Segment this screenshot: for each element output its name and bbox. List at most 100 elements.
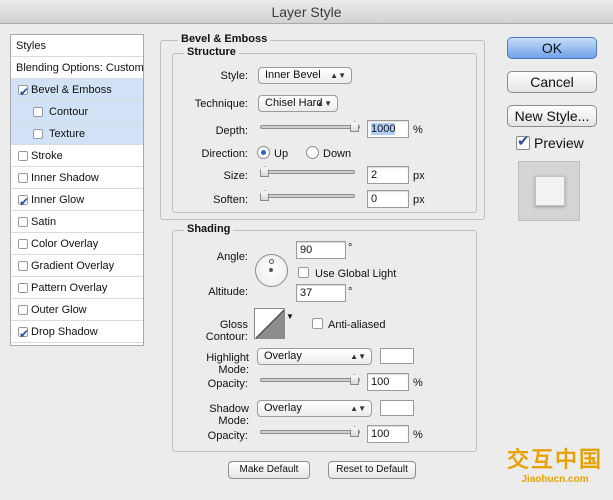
highlight-opacity-label: Opacity:	[207, 378, 248, 390]
anti-aliased-checkbox[interactable]	[312, 318, 323, 329]
style-item-label: Outer Glow	[31, 304, 87, 316]
watermark-bottom: Jiaohucn.com	[521, 474, 589, 485]
highlight-opacity-value: 100	[371, 376, 390, 388]
highlight-color-swatch[interactable]	[380, 348, 414, 364]
stepper-arrows-icon: ▲▼	[350, 404, 366, 413]
depth-value: 1000	[371, 123, 396, 135]
altitude-value: 37	[300, 287, 313, 299]
blending-options-item[interactable]: Blending Options: Custom	[11, 57, 144, 79]
style-item-checkbox[interactable]	[18, 173, 28, 183]
direction-up-radio[interactable]	[257, 146, 270, 159]
reset-to-default-button[interactable]: Reset to Default	[328, 461, 416, 479]
style-item-label: Inner Shadow	[31, 172, 99, 184]
shading-title: Shading	[184, 223, 234, 235]
style-item-inner-glow[interactable]: Inner Glow	[11, 189, 143, 213]
shadow-color-swatch[interactable]	[380, 400, 414, 416]
style-value: Inner Bevel	[265, 69, 321, 81]
style-item-contour[interactable]: Contour	[11, 101, 143, 123]
shadow-opacity-label: Opacity:	[207, 430, 248, 442]
global-light-checkbox[interactable]	[298, 267, 309, 278]
preview-swatch	[535, 176, 565, 206]
style-item-label: Satin	[31, 216, 57, 228]
style-item-checkbox[interactable]	[18, 283, 28, 293]
style-item-label: Bevel & Emboss	[31, 84, 112, 96]
style-item-gradient-overlay[interactable]: Gradient Overlay	[11, 255, 143, 277]
style-item-checkbox[interactable]	[18, 191, 29, 213]
style-item-checkbox[interactable]	[18, 151, 28, 161]
style-item-color-overlay[interactable]: Color Overlay	[11, 233, 143, 255]
angle-dial-marker	[269, 259, 274, 264]
style-item-label: Inner Glow	[31, 194, 85, 206]
style-item-checkbox[interactable]	[18, 217, 28, 227]
highlight-opacity-slider[interactable]	[260, 374, 360, 385]
preview-thumbnail	[518, 161, 580, 221]
styles-header[interactable]: Styles	[11, 35, 143, 57]
angle-unit: °	[348, 242, 353, 254]
bevel-emboss-title: Bevel & Emboss	[178, 33, 271, 45]
make-default-button[interactable]: Make Default	[228, 461, 310, 479]
style-item-satin[interactable]: Satin	[11, 211, 143, 233]
style-item-checkbox[interactable]	[18, 261, 28, 271]
style-item-drop-shadow[interactable]: Drop Shadow	[11, 321, 143, 345]
angle-dial[interactable]	[255, 254, 288, 287]
angle-dial-center	[269, 268, 273, 272]
style-item-checkbox[interactable]	[18, 323, 29, 345]
style-item-inner-shadow[interactable]: Inner Shadow	[11, 167, 143, 189]
style-item-label: Color Overlay	[31, 238, 99, 250]
style-item-label: Contour	[49, 106, 89, 118]
stepper-arrows-icon: ▲▼	[330, 71, 346, 80]
soften-label: Soften:	[213, 194, 248, 206]
style-item-stroke[interactable]: Stroke	[11, 145, 143, 167]
altitude-input[interactable]: 37	[296, 284, 346, 302]
style-item-pattern-overlay[interactable]: Pattern Overlay	[11, 277, 143, 299]
soften-input[interactable]: 0	[367, 190, 409, 208]
style-item-checkbox[interactable]	[18, 239, 28, 249]
style-item-bevel-emboss[interactable]: Bevel & Emboss	[11, 79, 143, 103]
highlight-mode-select[interactable]: Overlay ▲▼	[257, 348, 372, 365]
style-item-checkbox[interactable]	[33, 129, 43, 139]
shadow-mode-select[interactable]: Overlay ▲▼	[257, 400, 372, 417]
shadow-mode-value: Overlay	[264, 402, 302, 414]
style-item-outer-glow[interactable]: Outer Glow	[11, 299, 143, 321]
style-item-checkbox[interactable]	[18, 81, 29, 103]
direction-down-label: Down	[323, 148, 352, 160]
highlight-opacity-input[interactable]: 100	[367, 373, 409, 391]
altitude-unit: °	[348, 286, 353, 298]
preview-checkbox[interactable]	[516, 132, 530, 150]
style-item-label: Pattern Overlay	[31, 282, 108, 294]
style-item-label: Gradient Overlay	[31, 260, 115, 272]
watermark-logo: 交互中国 Jiaohucn.com	[500, 442, 610, 485]
preview-label: Preview	[534, 135, 584, 151]
angle-value: 90	[300, 244, 313, 256]
angle-label: Angle:	[216, 251, 248, 263]
size-unit: px	[413, 170, 425, 182]
technique-select[interactable]: Chisel Hard ▲▼	[258, 95, 338, 112]
depth-input[interactable]: 1000	[367, 120, 409, 138]
shadow-opacity-slider[interactable]	[260, 426, 360, 437]
style-item-checkbox[interactable]	[33, 107, 43, 117]
window-title: Layer Style	[0, 0, 613, 24]
style-item-texture[interactable]: Texture	[11, 123, 143, 145]
altitude-label: Altitude:	[208, 286, 248, 298]
direction-down-radio[interactable]	[306, 146, 319, 159]
shadow-opacity-input[interactable]: 100	[367, 425, 409, 443]
size-input[interactable]: 2	[367, 166, 409, 184]
style-item-label: Drop Shadow	[31, 326, 98, 338]
new-style-button[interactable]: New Style...	[507, 105, 597, 127]
size-value: 2	[371, 169, 378, 181]
size-slider[interactable]	[260, 166, 355, 177]
gloss-contour-picker[interactable]	[254, 308, 285, 339]
direction-label: Direction:	[201, 148, 248, 160]
style-item-checkbox[interactable]	[18, 305, 28, 315]
cancel-button[interactable]: Cancel	[507, 71, 597, 93]
angle-input[interactable]: 90	[296, 241, 346, 259]
style-select[interactable]: Inner Bevel ▲▼	[258, 67, 352, 84]
direction-up-label: Up	[274, 148, 289, 160]
depth-slider[interactable]	[260, 121, 360, 132]
contour-dropdown-icon[interactable]: ▼	[286, 312, 294, 321]
depth-label: Depth:	[215, 125, 248, 137]
highlight-mode-label: Highlight Mode:	[206, 352, 249, 376]
ok-button[interactable]: OK	[507, 37, 597, 59]
soften-value: 0	[371, 193, 378, 205]
soften-slider[interactable]	[260, 190, 355, 201]
